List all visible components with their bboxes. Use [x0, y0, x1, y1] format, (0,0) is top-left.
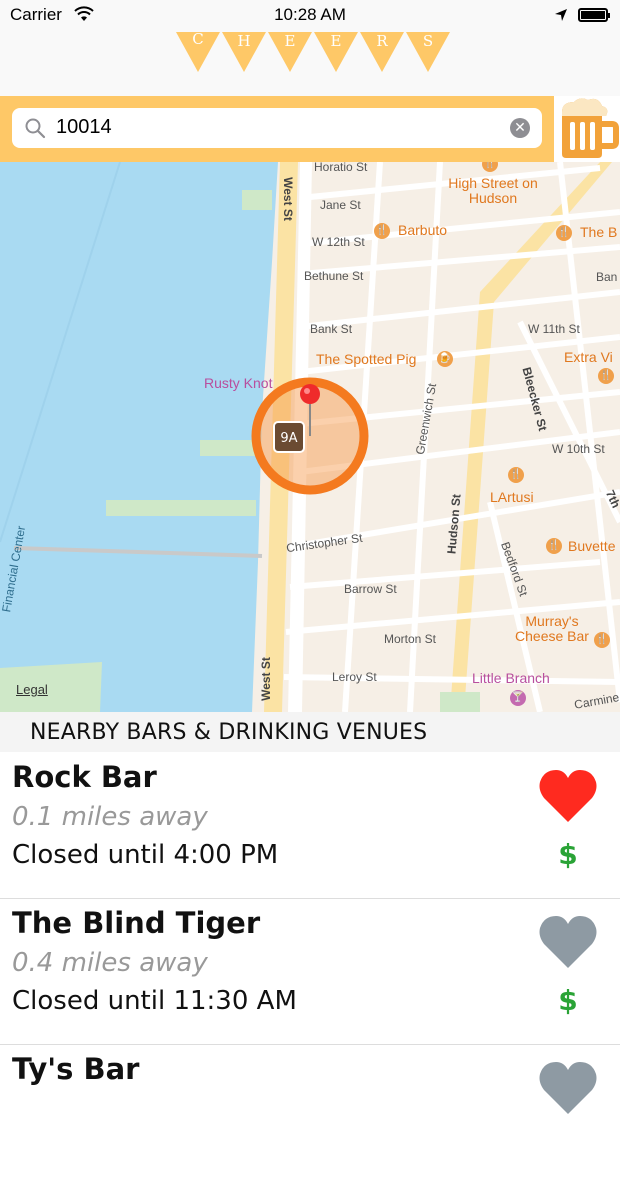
street-label: Bank St — [310, 322, 353, 336]
venue-name: Rock Bar — [12, 760, 157, 794]
heart-icon[interactable] — [538, 1060, 598, 1116]
route-badge: 9A — [280, 431, 297, 446]
place-label: The B — [580, 224, 618, 240]
search-icon — [25, 118, 46, 139]
beer-mug-button[interactable] — [554, 96, 620, 162]
restaurant-icon: 🍴 — [546, 538, 562, 554]
venue-hours: Closed until 11:30 AM — [12, 986, 297, 1016]
bunting-flag: E — [314, 32, 358, 74]
street-label: Barrow St — [344, 582, 397, 596]
close-icon: ✕ — [514, 120, 526, 136]
legal-link[interactable]: Legal — [16, 682, 48, 697]
place-label: Extra Vi — [564, 349, 613, 365]
place-label: Murray's Cheese Bar — [515, 613, 589, 644]
street-label: Morton St — [384, 632, 437, 646]
place-label: The Spotted Pig — [316, 351, 417, 367]
place-label: High Street on Hudson — [448, 175, 538, 206]
search-bar: 10014 ✕ — [0, 96, 554, 162]
clear-search-button[interactable]: ✕ — [510, 118, 530, 138]
street-label: West St — [258, 657, 273, 701]
street-label: W 11th St — [528, 322, 580, 336]
place-label: Little Branch — [472, 670, 550, 686]
bunting-flag: C — [176, 30, 220, 74]
venue-distance: 0.4 miles away — [12, 948, 208, 978]
venue-row[interactable]: The Blind Tiger 0.4 miles away Closed un… — [0, 898, 620, 1045]
app-header: C H E E R S — [0, 30, 620, 96]
bar-icon: 🍺 — [437, 351, 453, 367]
battery-icon — [578, 8, 610, 22]
cheers-bunting-logo: C H E E R S — [176, 30, 452, 76]
venue-distance: 0.1 miles away — [12, 802, 208, 832]
section-title: NEARBY BARS & DRINKING VENUES — [30, 720, 428, 745]
current-location-marker: 9A — [251, 377, 369, 495]
restaurant-icon: 🍴 — [374, 223, 390, 239]
bar-icon: 🍸 — [510, 690, 526, 706]
street-label: Jane St — [320, 198, 361, 212]
venue-row[interactable]: Rock Bar 0.1 miles away Closed until 4:0… — [0, 752, 620, 899]
location-arrow-icon — [555, 9, 567, 21]
street-label: Ban — [596, 270, 618, 284]
beer-mug-icon — [562, 98, 619, 158]
search-value: 10014 — [56, 116, 112, 138]
street-label: W 12th St — [312, 235, 365, 249]
venue-name: Ty's Bar — [12, 1052, 140, 1086]
venue-name: The Blind Tiger — [12, 906, 261, 940]
street-label: West St — [280, 177, 295, 221]
place-label: LArtusi — [490, 489, 534, 505]
bunting-flag: E — [268, 32, 312, 74]
map-view[interactable]: Horatio St Jane St W 12th St Bethune St … — [0, 162, 620, 712]
place-label: Buvette — [568, 538, 616, 554]
search-input[interactable]: 10014 ✕ — [12, 108, 542, 148]
restaurant-icon: 🍴 — [556, 225, 572, 241]
street-label: W 10th St — [552, 442, 605, 456]
restaurant-icon: 🍴 — [508, 467, 524, 483]
restaurant-icon: 🍴 — [598, 368, 614, 384]
venue-hours: Closed until 4:00 PM — [12, 840, 279, 870]
section-header: NEARBY BARS & DRINKING VENUES — [0, 712, 620, 752]
heart-icon[interactable] — [538, 914, 598, 970]
restaurant-icon: 🍴 — [594, 632, 610, 648]
street-label: Leroy St — [332, 670, 377, 684]
price-level: $ — [558, 984, 578, 1017]
bunting-flag: H — [222, 32, 266, 74]
street-label: Bethune St — [304, 269, 364, 283]
price-level: $ — [558, 838, 578, 871]
street-label: Horatio St — [314, 162, 368, 174]
place-label: Barbuto — [398, 222, 448, 238]
heart-icon[interactable] — [538, 768, 598, 824]
bunting-flag: S — [406, 32, 450, 74]
status-bar: Carrier 10:28 AM — [0, 0, 620, 32]
venue-row[interactable]: Ty's Bar — [0, 1044, 620, 1190]
clock: 10:28 AM — [274, 5, 346, 24]
bunting-flag: R — [360, 32, 404, 74]
